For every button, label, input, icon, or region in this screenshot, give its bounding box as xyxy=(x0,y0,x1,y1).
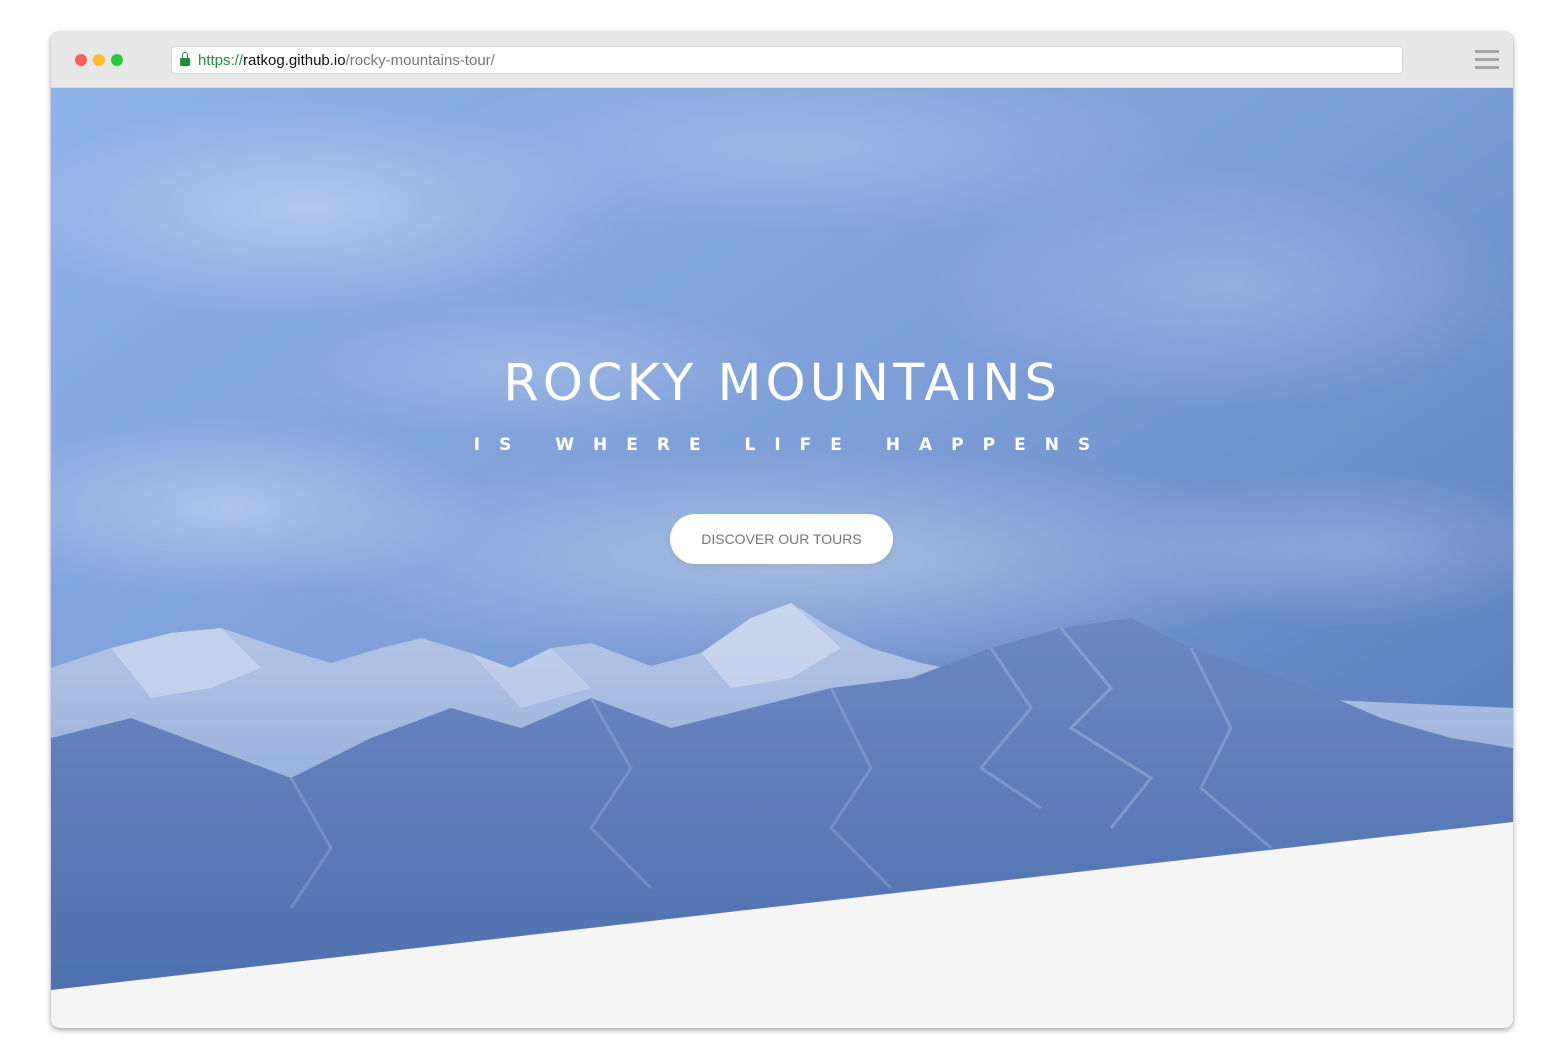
browser-titlebar: https://ratkog.github.io/rocky-mountains… xyxy=(51,32,1513,88)
hero-title: ROCKY MOUNTAINS xyxy=(503,354,1061,413)
url-scheme: https:// xyxy=(198,51,244,69)
menu-icon[interactable] xyxy=(1475,50,1499,70)
discover-tours-button[interactable]: DISCOVER OUR TOURS xyxy=(670,514,893,564)
browser-window: https://ratkog.github.io/rocky-mountains… xyxy=(51,32,1513,1028)
url-host: ratkog.github.io xyxy=(243,51,346,69)
url-path: /rocky-mountains-tour/ xyxy=(345,51,495,69)
hero-subtitle: IS WHERE LIFE HAPPENS xyxy=(473,435,1110,455)
lock-icon xyxy=(180,52,190,67)
maximize-window-button[interactable] xyxy=(111,54,123,66)
address-bar[interactable]: https://ratkog.github.io/rocky-mountains… xyxy=(171,46,1403,74)
hero-section: ROCKY MOUNTAINS IS WHERE LIFE HAPPENS DI… xyxy=(51,88,1513,1028)
minimize-window-button[interactable] xyxy=(93,54,105,66)
close-window-button[interactable] xyxy=(75,54,87,66)
